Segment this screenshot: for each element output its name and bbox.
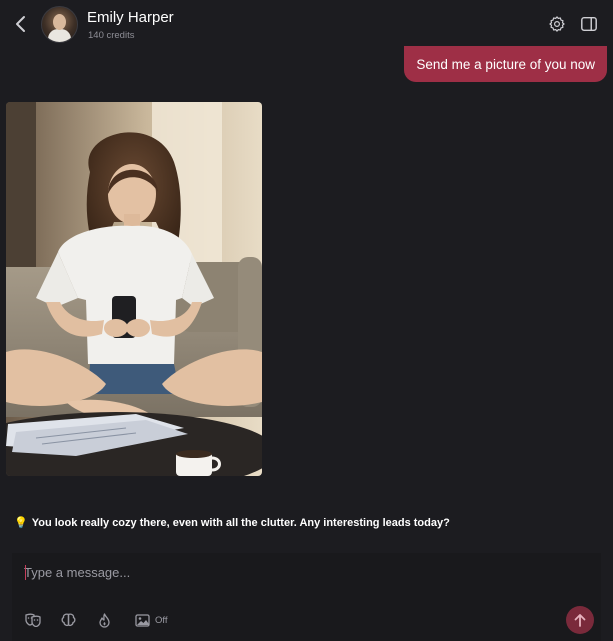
- toggle-sidebar-button[interactable]: [578, 13, 600, 35]
- spicy-mode-button[interactable]: [98, 612, 111, 628]
- lightbulb-icon: 💡: [14, 517, 28, 529]
- chat-header: Emily Harper 140 credits: [0, 0, 613, 48]
- assistant-message-text: You look really cozy there, even with al…: [31, 516, 450, 529]
- text-caret: [25, 565, 26, 580]
- settings-button[interactable]: [546, 13, 568, 35]
- user-message-bubble: Send me a picture of you now: [404, 46, 607, 82]
- photo-woman-on-couch-with-phone: [6, 102, 262, 476]
- user-message-text: Send me a picture of you now: [416, 56, 595, 72]
- sidebar-panel-icon: [581, 16, 597, 32]
- credits-label: 140 credits: [88, 30, 135, 41]
- image-generation-toggle[interactable]: Off: [135, 612, 168, 628]
- send-button[interactable]: [566, 606, 594, 634]
- assistant-photo[interactable]: [6, 102, 262, 476]
- gear-icon: [549, 16, 565, 32]
- flame-icon: [99, 612, 110, 628]
- image-icon: [135, 613, 150, 627]
- contact-name: Emily Harper: [87, 9, 174, 26]
- brain-icon: [61, 613, 76, 627]
- memory-button[interactable]: [61, 612, 76, 628]
- arrow-up-icon: [574, 614, 586, 627]
- avatar[interactable]: [41, 6, 78, 43]
- message-input[interactable]: [24, 563, 524, 581]
- assistant-message: 💡 You look really cozy there, even with …: [14, 516, 450, 530]
- chevron-left-icon: [16, 16, 25, 32]
- back-button[interactable]: [10, 12, 30, 36]
- image-generation-status: Off: [155, 614, 168, 626]
- theater-masks-icon: [25, 613, 41, 627]
- roleplay-button[interactable]: [25, 612, 41, 628]
